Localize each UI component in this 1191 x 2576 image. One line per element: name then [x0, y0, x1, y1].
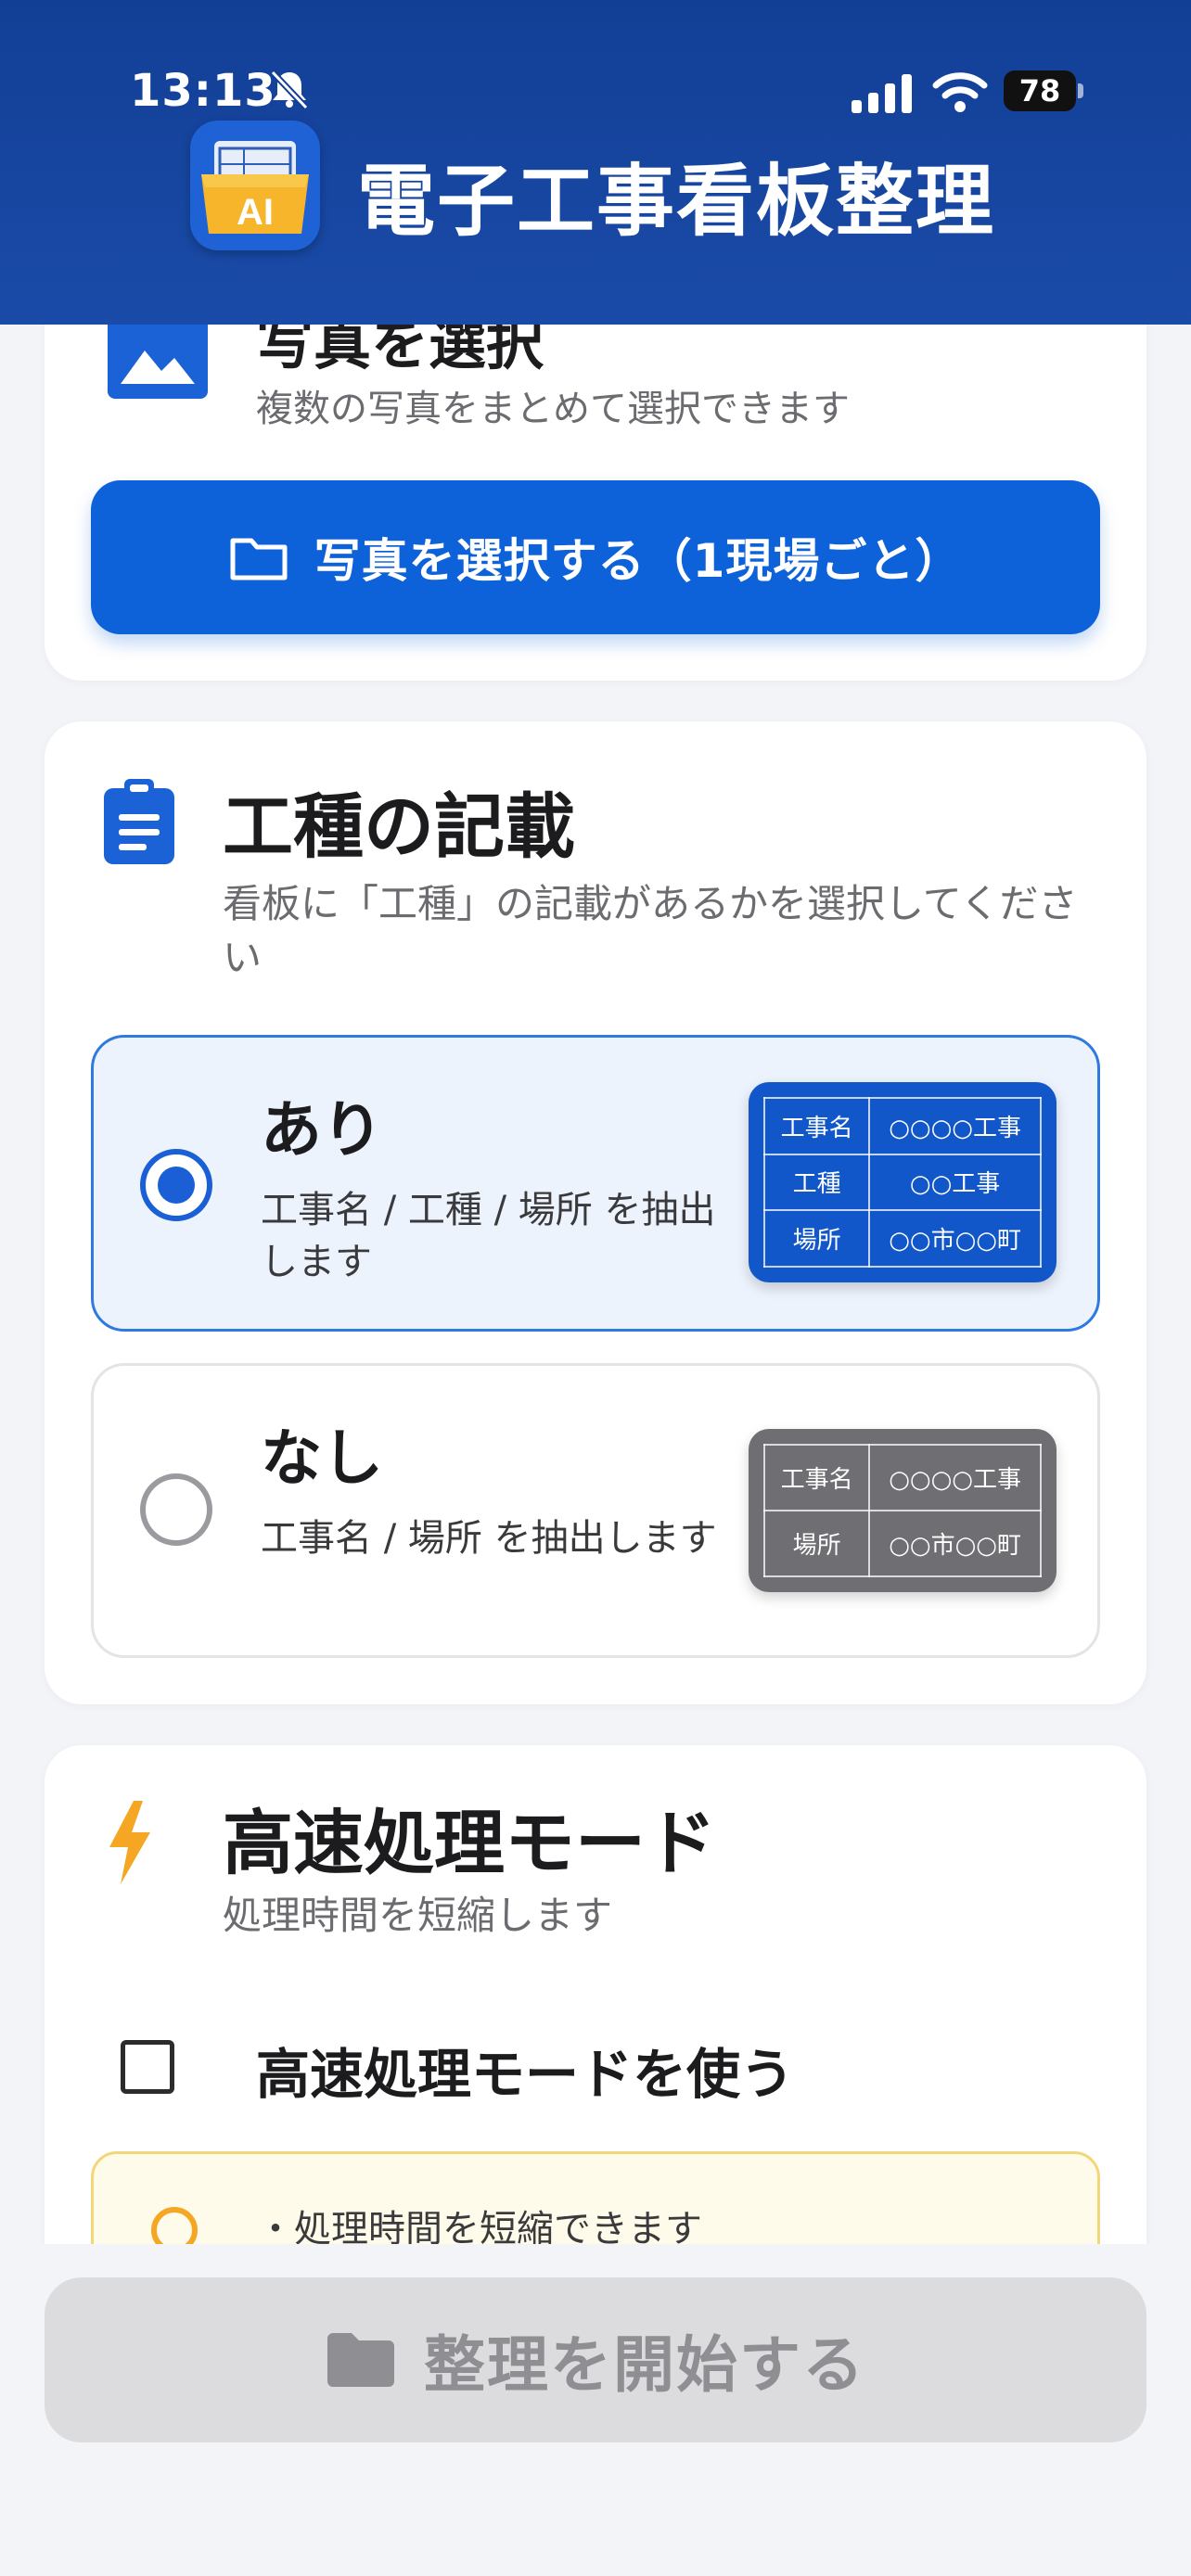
option-without-work-type[interactable]: なし 工事名 / 場所 を抽出します 工事名 ○○○○工事 場所 ○○市○○町 [91, 1363, 1100, 1658]
app-screen: 写真を選択 複数の写真をまとめて選択できます 写真を選択する（1現場ごと） 工種… [0, 0, 1191, 2576]
battery-indicator: 78 [1004, 70, 1083, 111]
bottom-action-bar: 整理を開始する [0, 2244, 1191, 2576]
sign-key: 場所 [762, 1510, 871, 1577]
battery-level: 78 [1004, 70, 1076, 111]
fast-mode-checkbox[interactable] [121, 2040, 174, 2094]
clipboard-icon [104, 779, 174, 864]
status-bar: 13:13 78 [0, 56, 1191, 130]
select-photos-button[interactable]: 写真を選択する（1現場ごと） [91, 480, 1100, 634]
sign-preview: 工事名 ○○○○工事 工種 ○○工事 場所 ○○市○○町 [749, 1082, 1057, 1282]
photo-section-description: 複数の写真をまとめて選択できます [256, 388, 850, 430]
bell-muted-icon [270, 70, 309, 109]
start-organize-button-label: 整理を開始する [424, 2329, 865, 2401]
battery-cap [1078, 83, 1083, 98]
status-time: 13:13 [130, 65, 276, 117]
folder-icon [327, 2333, 394, 2387]
start-organize-button[interactable]: 整理を開始する [45, 2277, 1146, 2442]
sign-key: 場所 [762, 1209, 871, 1268]
work-type-title: 工種の記載 [223, 785, 575, 868]
sign-value: ○○市○○町 [868, 1209, 1042, 1268]
work-type-description: 看板に「工種」の記載があるかを選択してください [223, 881, 1078, 980]
sign-key: 工事名 [762, 1444, 871, 1511]
fast-mode-checkbox-label[interactable]: 高速処理モードを使う [256, 2031, 794, 2109]
fast-mode-title: 高速処理モード [223, 1802, 716, 1884]
sign-value: ○○市○○町 [868, 1510, 1042, 1577]
app-header: 13:13 78 AI 電子工事看板整理 [0, 0, 1191, 325]
option-description: 工事名 / 工種 / 場所 を抽出します [261, 1189, 716, 1283]
work-type-card: 工種の記載 看板に「工種」の記載があるかを選択してください あり 工事名 / 工… [45, 721, 1146, 1704]
sign-preview: 工事名 ○○○○工事 場所 ○○市○○町 [749, 1429, 1057, 1592]
option-title: なし [261, 1422, 383, 1494]
option-title: あり [261, 1094, 383, 1166]
logo-text: AI [237, 192, 274, 233]
sign-value: ○○○○工事 [868, 1097, 1042, 1155]
photo-icon [108, 315, 208, 399]
radio-unselected[interactable] [140, 1473, 212, 1546]
folder-icon [230, 538, 288, 580]
app-title: 電子工事看板整理 [357, 156, 996, 247]
app-logo: AI [190, 121, 320, 250]
sign-value: ○○工事 [868, 1153, 1042, 1212]
sign-key: 工種 [762, 1153, 871, 1212]
fast-mode-description: 処理時間を短縮します [223, 1893, 613, 1938]
folder-ai-logo-icon: AI [201, 141, 309, 234]
radio-selected[interactable] [140, 1149, 212, 1221]
select-photos-button-label: 写真を選択する（1現場ごと） [314, 534, 963, 588]
option-description: 工事名 / 場所 を抽出します [261, 1517, 717, 1560]
sign-key: 工事名 [762, 1097, 871, 1155]
lightning-bolt-icon [109, 1801, 150, 1884]
sign-value: ○○○○工事 [868, 1444, 1042, 1511]
wifi-icon [932, 72, 988, 112]
option-with-work-type[interactable]: あり 工事名 / 工種 / 場所 を抽出します 工事名 ○○○○工事 工種 ○○… [91, 1035, 1100, 1332]
cellular-signal-icon [852, 74, 912, 113]
